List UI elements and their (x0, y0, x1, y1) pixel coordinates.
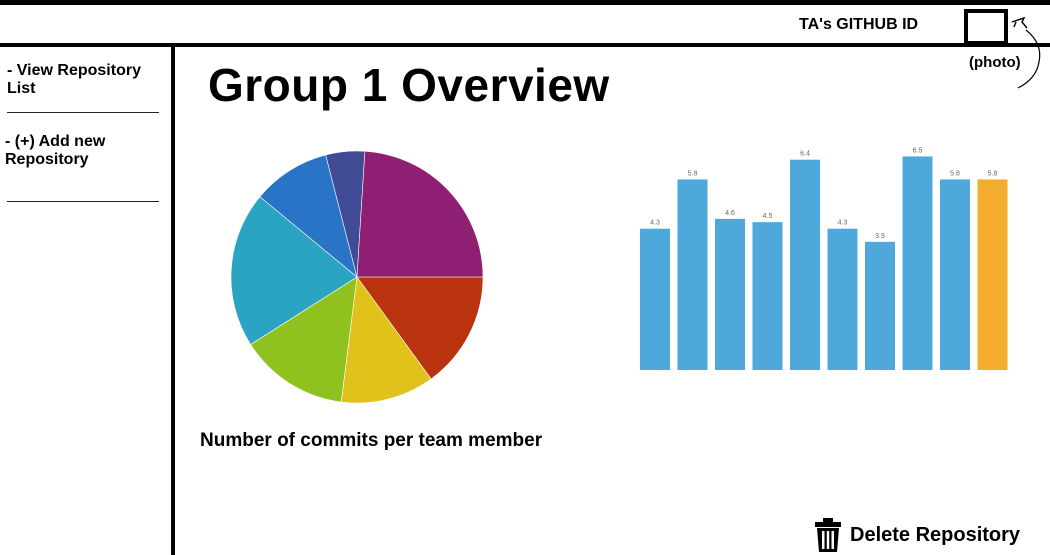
pie-chart-svg (230, 150, 484, 404)
commits-pie-chart (226, 150, 488, 404)
top-border (0, 0, 1050, 5)
bar (827, 228, 858, 370)
bar (752, 222, 783, 370)
bar-value-label: 5.8 (950, 170, 960, 177)
bar-value-label: 5.8 (688, 170, 698, 177)
sidebar-separator (7, 112, 159, 113)
sidebar-divider (171, 45, 175, 555)
bar-value-label: 5.8 (988, 170, 998, 177)
bar (977, 179, 1008, 370)
bar-value-label: 4.3 (838, 220, 848, 227)
sidebar-item-view-repository-list[interactable]: - View Repository List (7, 62, 169, 98)
bar-chart-svg: 4.3 5.8 4.6 4.5 6.4 4.3 3.9 6.5 5.8 5.8 (640, 147, 1008, 370)
delete-repository-label: Delete Repository (850, 523, 1021, 546)
bar-value-label: 4.3 (650, 220, 660, 227)
page-title: Group 1 Overview (208, 59, 610, 111)
photo-placeholder[interactable] (964, 9, 1008, 45)
delete-repository-button[interactable]: Delete Repository (814, 516, 1020, 554)
bar (790, 159, 820, 370)
bar (865, 241, 895, 370)
bar (715, 218, 745, 370)
bar-chart: 4.3 5.8 4.6 4.5 6.4 4.3 3.9 6.5 5.8 5.8 (616, 140, 1016, 440)
bar-value-label: 4.6 (725, 210, 735, 217)
ta-github-id-label: TA's GITHUB ID (799, 16, 919, 33)
bar (902, 156, 933, 370)
pie-slice (356, 150, 484, 278)
trash-icon (815, 518, 841, 552)
pie-chart-caption: Number of commits per team member (200, 430, 543, 451)
sidebar-item-add-repository[interactable]: - (+) Add new Repository (5, 133, 165, 169)
bar-value-label: 3.9 (875, 233, 885, 240)
bar-value-label: 4.5 (763, 213, 773, 220)
bar (640, 228, 670, 370)
bar (677, 179, 708, 370)
bar (940, 179, 970, 370)
bar-value-label: 6.5 (913, 147, 923, 154)
header-divider (0, 43, 1050, 47)
bar-value-label: 6.4 (800, 151, 810, 158)
pointer-cursor-icon (1011, 16, 1041, 89)
sidebar-separator (7, 201, 159, 202)
